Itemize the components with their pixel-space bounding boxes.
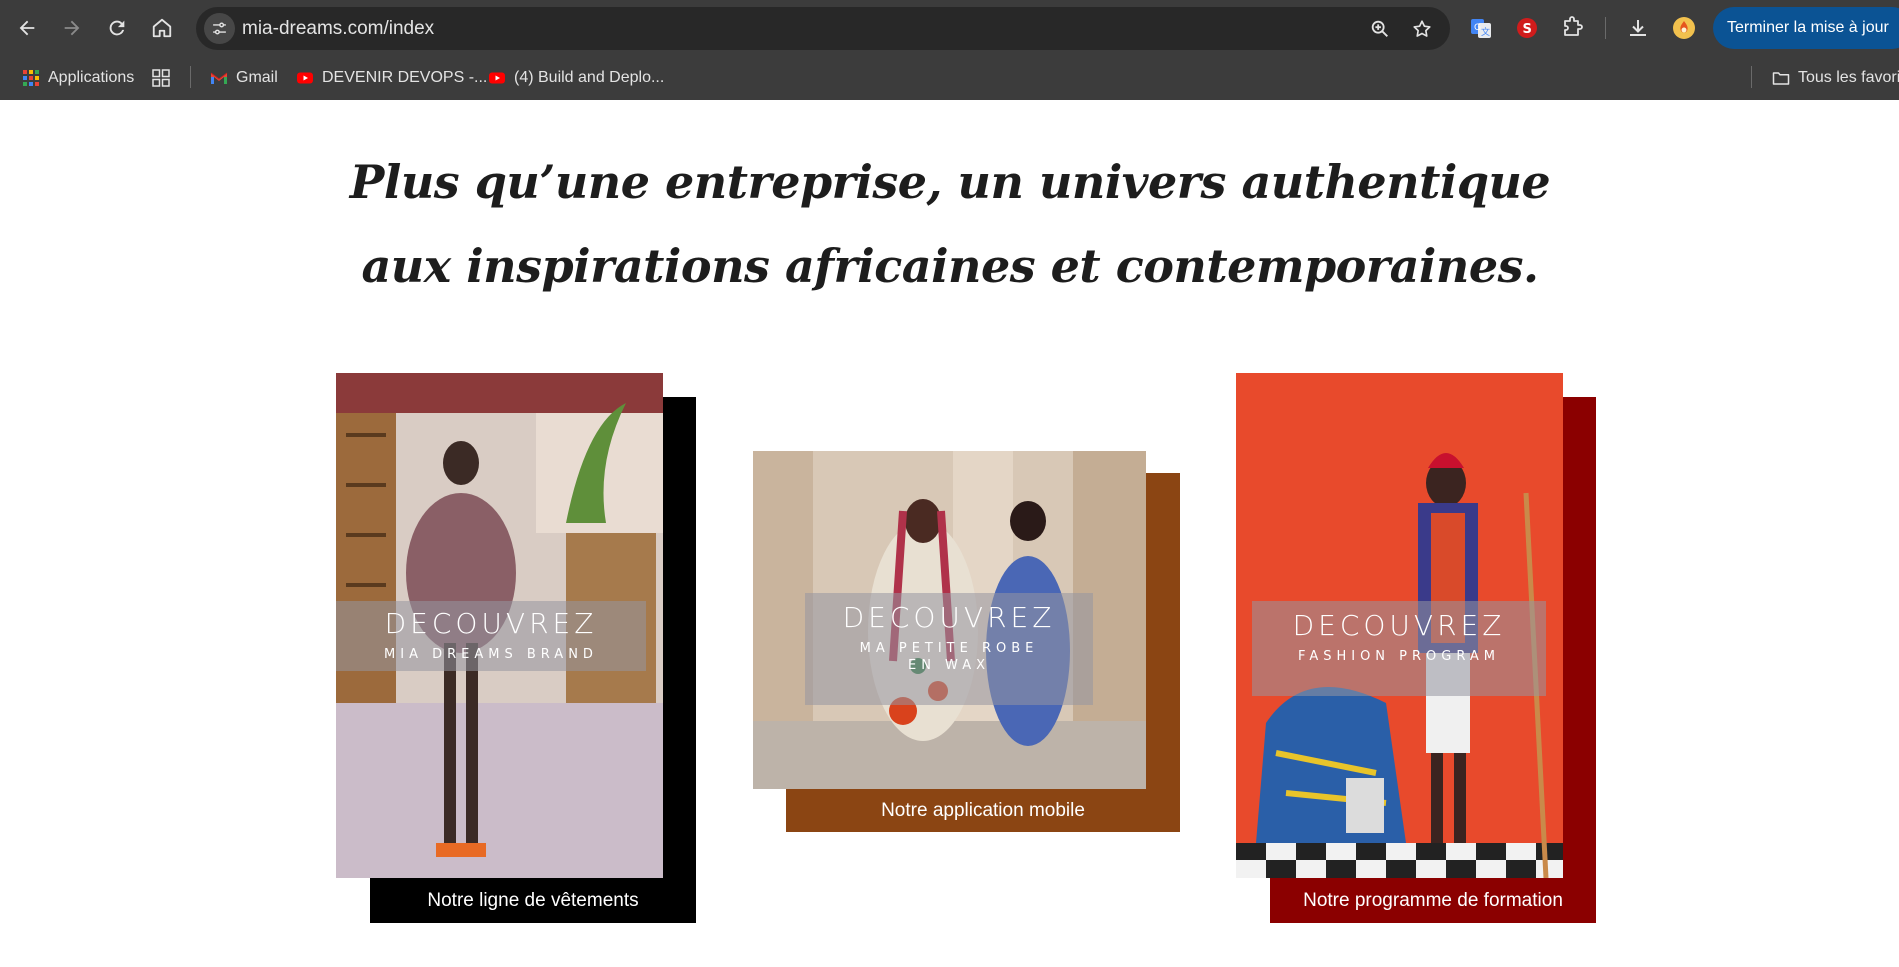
tab-groups-icon (152, 69, 170, 87)
overlay-title: DECOUVREZ (1292, 609, 1506, 642)
zoom-icon (1371, 20, 1388, 37)
svg-text:文: 文 (1481, 26, 1490, 38)
hero-tagline: Plus qu’une entreprise, un univers authe… (349, 155, 1551, 293)
svg-text:G: G (1474, 23, 1481, 33)
reload-button[interactable] (99, 10, 135, 46)
card-training-photo[interactable]: DECOUVREZ FASHION PROGRAM (1236, 373, 1563, 878)
card-app-photo[interactable]: DECOUVREZ MA PETITE ROBE EN WAX (753, 451, 1146, 789)
bookmark-label: (4) Build and Deplo... (514, 69, 665, 86)
card-training-overlay: DECOUVREZ FASHION PROGRAM (1252, 601, 1546, 696)
bookmark-label: DEVENIR DEVOPS -... (322, 69, 488, 86)
apps-grid-icon (23, 70, 39, 86)
card-training-caption[interactable]: Notre programme de formation (1270, 878, 1596, 923)
download-icon (1630, 20, 1646, 36)
forward-button[interactable] (54, 10, 90, 46)
site-info-button[interactable] (204, 13, 235, 44)
bookmark-devenir-devops[interactable]: DEVENIR DEVOPS -... (296, 64, 487, 92)
bookmark-divider (1751, 66, 1752, 88)
s-extension-icon: S (1517, 18, 1537, 38)
url-text: mia-dreams.com/index (242, 18, 435, 39)
overlay-subtitle: MIA DREAMS BRAND (384, 647, 598, 662)
tune-icon (213, 22, 226, 35)
card-clothing-photo[interactable]: DECOUVREZ MIA DREAMS BRAND (336, 373, 663, 878)
page-content: Plus qu’une entreprise, un univers authe… (0, 100, 1899, 967)
browser-chrome: mia-dreams.com/index G文 S Terminer la mi… (0, 0, 1899, 100)
folder-icon (1772, 72, 1790, 85)
tab-groups-button[interactable] (152, 64, 170, 92)
extensions-button[interactable] (1557, 13, 1587, 43)
overlay-title: DECOUVREZ (384, 607, 598, 640)
arrow-right-icon (64, 20, 80, 36)
avatar (1673, 17, 1695, 39)
svg-text:S: S (1523, 22, 1532, 37)
bookmark-label: Gmail (236, 69, 278, 86)
bookmark-divider (190, 66, 191, 88)
overlay-subtitle: MA PETITE ROBE EN WAX (859, 641, 1039, 673)
card-clothing-overlay: DECOUVREZ MIA DREAMS BRAND (336, 601, 646, 671)
s-extension[interactable]: S (1512, 13, 1542, 43)
card-clothing-caption[interactable]: Notre ligne de vêtements (370, 878, 696, 923)
bookmark-build-and-deploy[interactable]: (4) Build and Deplo... (488, 64, 664, 92)
google-translate-icon: G文 (1471, 19, 1491, 38)
bookmark-gmail[interactable]: Gmail (210, 64, 278, 92)
card-app-caption[interactable]: Notre application mobile (786, 789, 1180, 832)
home-button[interactable] (144, 10, 180, 46)
bookmark-label: Applications (48, 69, 135, 86)
youtube-icon (297, 72, 313, 84)
toolbar-divider (1605, 17, 1606, 39)
card-app-overlay: DECOUVREZ MA PETITE ROBE EN WAX (805, 593, 1093, 705)
arrow-left-icon (19, 20, 35, 36)
profile-button[interactable] (1669, 13, 1699, 43)
all-bookmarks-folder[interactable]: Tous les favoris (1772, 64, 1899, 92)
downloads-button[interactable] (1623, 13, 1653, 43)
bookmark-applications[interactable]: Applications (22, 64, 134, 92)
overlay-subtitle: FASHION PROGRAM (1298, 649, 1500, 664)
bookmarks-bar: Applications Gmail DEVENIR DEVOPS -... (… (0, 56, 1899, 100)
home-icon (152, 18, 172, 38)
update-button[interactable]: Terminer la mise à jour (1713, 7, 1899, 49)
star-icon (1413, 20, 1431, 37)
back-button[interactable] (9, 10, 45, 46)
bookmark-label: Tous les favoris (1798, 69, 1899, 86)
bookmark-star-button[interactable] (1410, 17, 1434, 41)
overlay-title: DECOUVREZ (842, 601, 1056, 634)
gmail-icon (210, 72, 228, 84)
translate-extension[interactable]: G文 (1466, 13, 1496, 43)
reload-icon (109, 20, 125, 36)
browser-toolbar: mia-dreams.com/index G文 S Terminer la mi… (0, 0, 1899, 56)
puzzle-icon (1564, 16, 1583, 36)
youtube-icon (489, 72, 505, 84)
zoom-button[interactable] (1368, 17, 1392, 41)
address-bar[interactable]: mia-dreams.com/index (196, 7, 1450, 50)
